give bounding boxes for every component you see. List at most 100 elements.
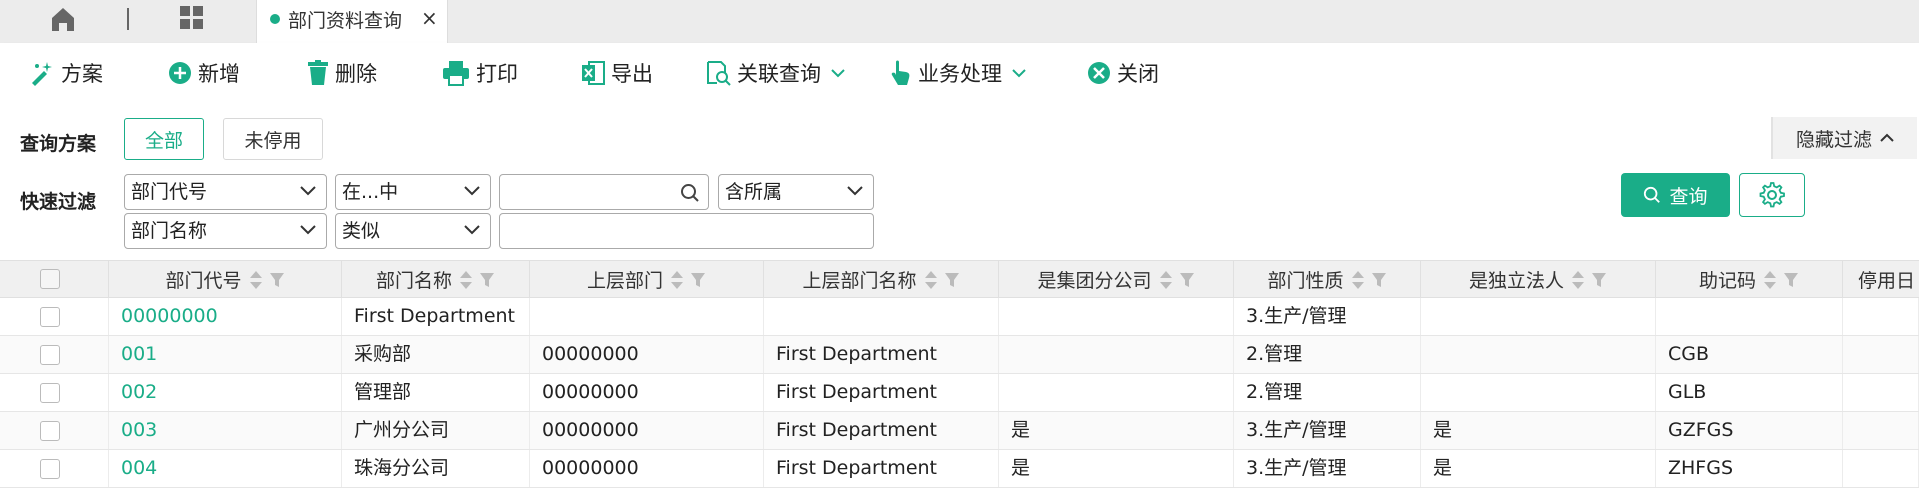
row-checkbox[interactable]	[40, 459, 60, 479]
search-icon	[1644, 186, 1661, 203]
query-label: 查询	[1669, 185, 1708, 208]
col-header-label: 是独立法人	[1468, 270, 1564, 292]
filter-funnel-icon[interactable]	[1591, 272, 1607, 288]
chevron-down-icon	[300, 186, 316, 196]
col-header-dept-nature[interactable]: 部门性质	[1234, 261, 1421, 298]
search-icon[interactable]	[680, 183, 700, 203]
quick-filter-label: 快速过滤	[20, 191, 97, 213]
sort-icon[interactable]	[459, 269, 473, 291]
col-header-disable-date[interactable]: 停用日	[1843, 261, 1919, 298]
filter-funnel-icon[interactable]	[690, 272, 706, 288]
row-checkbox[interactable]	[40, 383, 60, 403]
col-header-parent-dept-name[interactable]: 上层部门名称	[764, 261, 999, 298]
chevron-up-icon	[1880, 133, 1894, 142]
filter-op-value: 类似	[342, 220, 381, 242]
scheme-all-chip[interactable]: 全部	[124, 118, 204, 160]
cell-parent-dept-name: First Department	[764, 336, 999, 373]
gear-icon	[1759, 182, 1785, 208]
select-all-checkbox[interactable]	[40, 269, 60, 289]
cell-dept-name: 广州分公司	[342, 412, 530, 449]
sort-icon[interactable]	[1159, 269, 1173, 291]
cell-is-branch: 是	[999, 450, 1234, 487]
apps-grid-icon[interactable]	[177, 3, 207, 33]
home-icon[interactable]	[48, 4, 78, 34]
table-row[interactable]: 002 管理部 00000000 First Department 2.管理 GLB	[0, 374, 1919, 412]
filter-funnel-icon[interactable]	[479, 272, 495, 288]
filter-op-select-1[interactable]: 在...中	[335, 174, 491, 210]
table-row[interactable]: 001 采购部 00000000 First Department 2.管理 CGB	[0, 336, 1919, 374]
printer-icon	[443, 61, 469, 86]
sort-icon[interactable]	[924, 269, 938, 291]
cell-is-legal-entity: 是	[1421, 450, 1656, 487]
excel-icon	[582, 61, 605, 85]
cell-dept-nature: 3.生产/管理	[1234, 412, 1421, 449]
col-header-label: 部门性质	[1267, 270, 1344, 292]
table-row[interactable]: 004 珠海分公司 00000000 First Department 是 3.生产/管理…	[0, 450, 1919, 488]
cell-dept-code[interactable]: 003	[109, 412, 342, 449]
sort-icon[interactable]	[670, 269, 684, 291]
row-checkbox[interactable]	[40, 307, 60, 327]
scheme-not-disabled-chip[interactable]: 未停用	[223, 118, 323, 160]
col-header-dept-name[interactable]: 部门名称	[342, 261, 530, 298]
department-table: 部门代号 部门名称 上层部门 上层部门名称 是集团分公司 部门性质 是独立法人 …	[0, 260, 1919, 489]
filter-funnel-icon[interactable]	[269, 272, 285, 288]
scheme-button[interactable]: 方案	[29, 58, 103, 88]
cell-dept-name: 采购部	[342, 336, 530, 373]
table-header: 部门代号 部门名称 上层部门 上层部门名称 是集团分公司 部门性质 是独立法人 …	[0, 260, 1919, 298]
query-button[interactable]: 查询	[1621, 173, 1730, 217]
cell-parent-dept: 00000000	[530, 336, 764, 373]
close-button[interactable]: 关闭	[1087, 58, 1159, 88]
cell-is-legal-entity	[1421, 336, 1656, 373]
cell-is-branch	[999, 374, 1234, 411]
export-button[interactable]: 导出	[581, 58, 653, 88]
col-header-is-branch[interactable]: 是集团分公司	[999, 261, 1234, 298]
col-header-is-legal-entity[interactable]: 是独立法人	[1421, 261, 1656, 298]
scope-value: 含所属	[725, 181, 783, 203]
col-header-dept-code[interactable]: 部门代号	[109, 261, 342, 298]
col-header-parent-dept[interactable]: 上层部门	[530, 261, 764, 298]
sort-icon[interactable]	[1351, 269, 1365, 291]
settings-button[interactable]	[1739, 173, 1805, 217]
cell-parent-dept-name	[764, 298, 999, 335]
filter-op-select-2[interactable]: 类似	[335, 213, 491, 249]
filter-funnel-icon[interactable]	[944, 272, 960, 288]
filter-value-input-1[interactable]	[499, 174, 709, 210]
delete-button[interactable]: 删除	[307, 58, 377, 88]
toolbar: 方案 新增 删除 打印 导出 关联查询 业务处理 关闭	[0, 43, 1919, 100]
filter-funnel-icon[interactable]	[1179, 272, 1195, 288]
trash-icon	[308, 60, 328, 85]
tab-dept-query[interactable]: 部门资料查询 ×	[256, 0, 448, 43]
row-checkbox[interactable]	[40, 345, 60, 365]
filter-funnel-icon[interactable]	[1783, 272, 1799, 288]
col-header-mnemonic[interactable]: 助记码	[1656, 261, 1843, 298]
cell-dept-code[interactable]: 001	[109, 336, 342, 373]
sort-icon[interactable]	[1763, 269, 1777, 291]
hide-filter-button[interactable]: 隐藏过滤	[1771, 117, 1917, 159]
cell-dept-code[interactable]: 002	[109, 374, 342, 411]
related-query-label: 关联查询	[737, 62, 821, 86]
cell-dept-code[interactable]: 004	[109, 450, 342, 487]
business-dropdown[interactable]: 业务处理	[890, 58, 1032, 88]
sort-icon[interactable]	[249, 269, 263, 291]
cell-parent-dept-name: First Department	[764, 374, 999, 411]
print-button[interactable]: 打印	[442, 58, 518, 88]
cell-is-legal-entity	[1421, 298, 1656, 335]
sort-icon[interactable]	[1571, 269, 1585, 291]
add-button[interactable]: 新增	[168, 58, 240, 88]
col-header-label: 部门名称	[375, 270, 452, 292]
plus-circle-icon	[169, 62, 191, 84]
related-query-dropdown[interactable]: 关联查询	[705, 58, 851, 88]
filter-field-value: 部门代号	[131, 181, 208, 203]
table-row[interactable]: 00000000 First Department 3.生产/管理	[0, 298, 1919, 336]
filter-funnel-icon[interactable]	[1371, 272, 1387, 288]
filter-field-select-2[interactable]: 部门名称	[124, 213, 327, 249]
close-tab-icon[interactable]: ×	[421, 6, 438, 30]
chevron-down-icon	[831, 69, 845, 78]
row-checkbox[interactable]	[40, 421, 60, 441]
scope-select[interactable]: 含所属	[718, 174, 874, 210]
table-row[interactable]: 003 广州分公司 00000000 First Department 是 3.生产/管理…	[0, 412, 1919, 450]
cell-dept-code[interactable]: 00000000	[109, 298, 342, 335]
filter-value-input-2[interactable]	[499, 213, 874, 249]
cell-dept-name: First Department	[342, 298, 530, 335]
filter-field-select-1[interactable]: 部门代号	[124, 174, 327, 210]
